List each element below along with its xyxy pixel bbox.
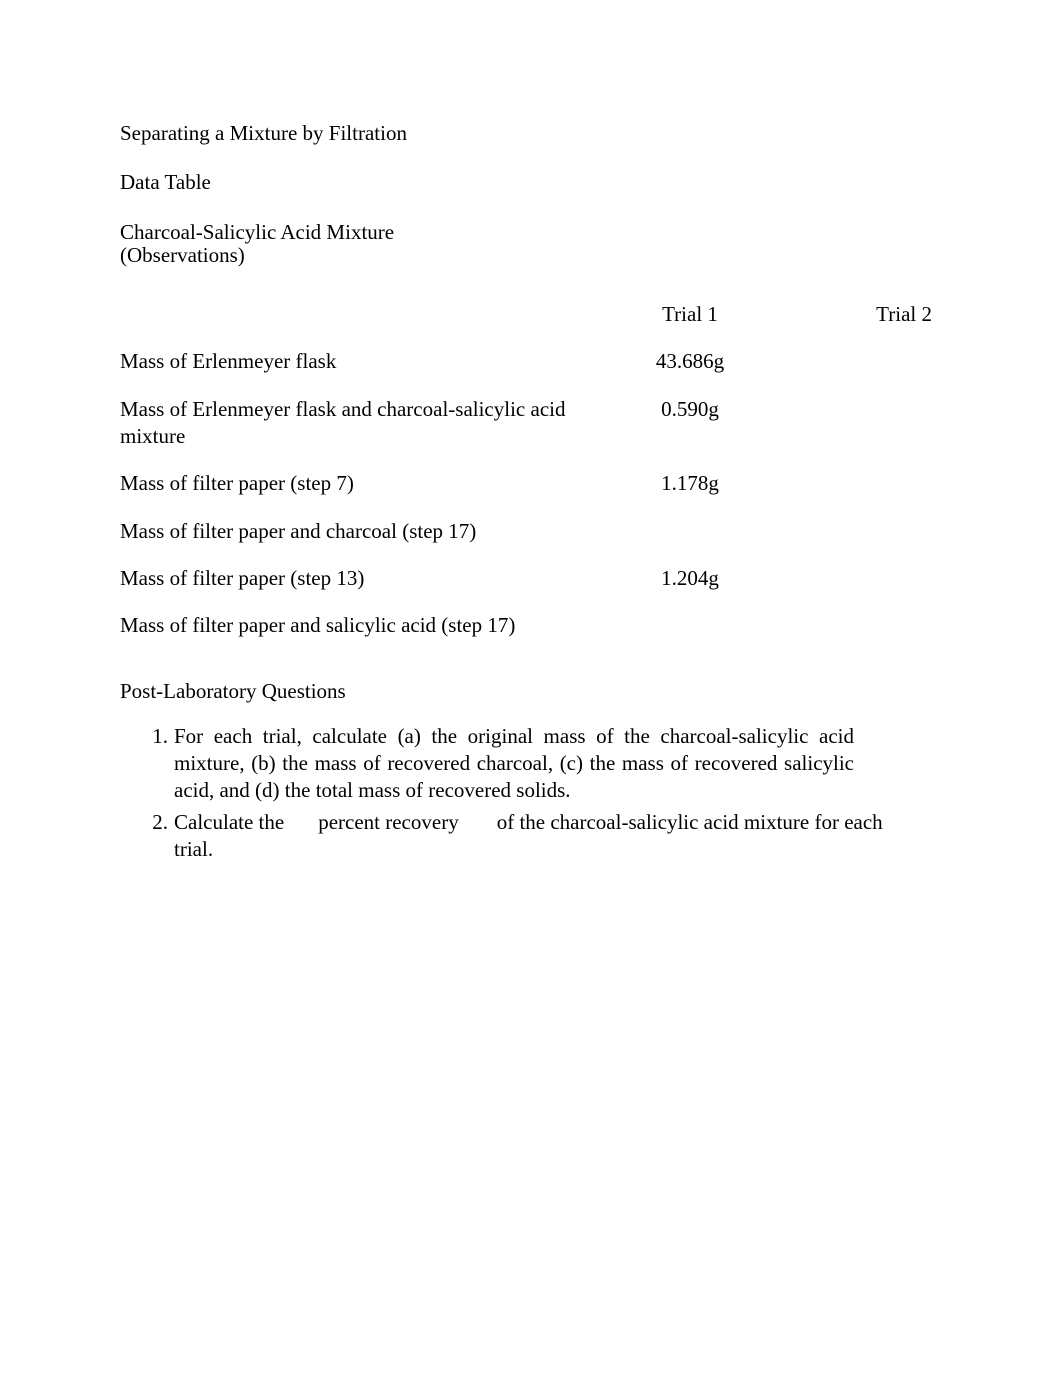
row-trial2 [790,602,942,649]
questions-list: For each trial, calculate (a) the origin… [120,723,942,863]
question-2: Calculate the percent recovery of the ch… [174,809,942,864]
q2-seg3: of the charcoal-salicylic acid mixture f… [497,809,954,836]
q2-gap [459,809,497,836]
row-trial1: 1.178g [590,460,790,507]
header-trial1: Trial 1 [590,291,790,338]
observations-heading: (Observations) [120,242,942,269]
q2-gap [284,809,318,836]
doc-title: Separating a Mixture by Filtration [120,120,942,147]
table-row: Mass of filter paper (step 13) 1.204g [120,555,942,602]
q2-seg2: percent recovery [318,809,459,836]
row-trial2 [790,460,942,507]
row-trial1: 0.590g [590,386,790,461]
row-label: Mass of Erlenmeyer flask [120,338,590,385]
table-row: Mass of Erlenmeyer flask 43.686g [120,338,942,385]
row-label: Mass of filter paper (step 7) [120,460,590,507]
table-row: Mass of Erlenmeyer flask and charcoal-sa… [120,386,942,461]
question-2-line2: trial. [174,836,940,863]
row-trial2 [790,508,942,555]
table-row: Mass of filter paper and charcoal (step … [120,508,942,555]
row-trial2 [790,338,942,385]
header-blank [120,291,590,338]
header-trial2: Trial 2 [790,291,942,338]
row-trial1: 1.204g [590,555,790,602]
question-1: For each trial, calculate (a) the origin… [174,723,856,805]
row-trial1 [590,602,790,649]
table-header-row: Trial 1 Trial 2 [120,291,942,338]
q2-seg1: Calculate the [174,809,284,836]
row-trial2 [790,555,942,602]
row-trial1: 43.686g [590,338,790,385]
row-label: Mass of filter paper (step 13) [120,555,590,602]
row-trial1 [590,508,790,555]
data-table: Trial 1 Trial 2 Mass of Erlenmeyer flask… [120,291,942,649]
section-data-table: Data Table [120,169,942,196]
row-label: Mass of filter paper and charcoal (step … [120,508,590,555]
row-label: Mass of filter paper and salicylic acid … [120,602,590,649]
row-trial2 [790,386,942,461]
row-label: Mass of Erlenmeyer flask and charcoal-sa… [120,386,590,461]
table-row: Mass of filter paper (step 7) 1.178g [120,460,942,507]
question-2-line1: Calculate the percent recovery of the ch… [174,809,954,836]
table-row: Mass of filter paper and salicylic acid … [120,602,942,649]
post-lab-header: Post-Laboratory Questions [120,678,942,705]
